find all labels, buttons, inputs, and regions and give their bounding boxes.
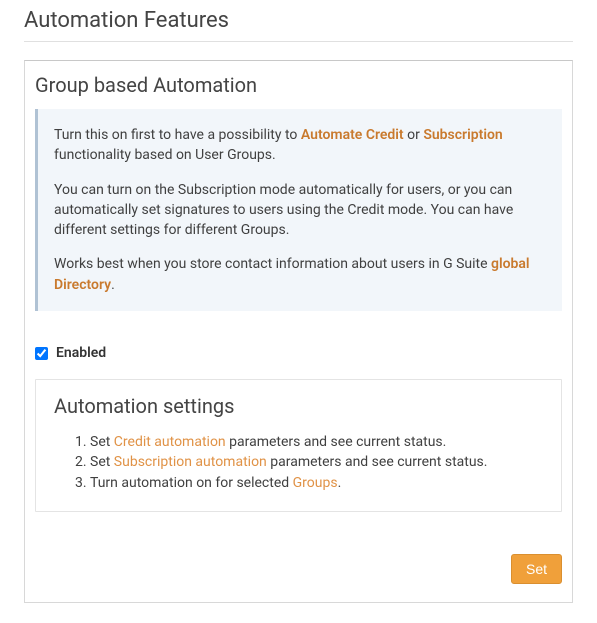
enabled-checkbox[interactable] xyxy=(35,347,48,360)
list-item: Set Subscription automation parameters a… xyxy=(90,452,543,472)
subscription-automation-link[interactable]: Subscription automation xyxy=(114,454,267,470)
automation-settings-title: Automation settings xyxy=(54,394,543,418)
credit-automation-link[interactable]: Credit automation xyxy=(114,434,226,450)
list-item: Turn automation on for selected Groups. xyxy=(90,473,543,493)
panel-title: Group based Automation xyxy=(25,61,572,109)
list-text: parameters and see current status. xyxy=(267,454,488,470)
list-text: Turn automation on for selected xyxy=(90,475,293,491)
list-text: parameters and see current status. xyxy=(226,434,447,450)
list-text: . xyxy=(338,475,342,491)
automation-settings-box: Automation settings Set Credit automatio… xyxy=(35,379,562,512)
info-text: Works best when you store contact inform… xyxy=(54,256,491,272)
info-text: Turn this on first to have a possibility… xyxy=(54,127,301,143)
info-text: functionality based on User Groups. xyxy=(54,147,276,163)
list-text: Set xyxy=(90,434,114,450)
enabled-label: Enabled xyxy=(56,345,106,361)
subscription-link[interactable]: Subscription xyxy=(423,127,502,143)
page-title: Automation Features xyxy=(24,8,573,42)
automation-settings-list: Set Credit automation parameters and see… xyxy=(54,432,543,493)
set-button[interactable]: Set xyxy=(511,554,562,584)
info-box: Turn this on first to have a possibility… xyxy=(35,109,562,311)
automate-credit-link[interactable]: Automate Credit xyxy=(301,127,404,143)
info-paragraph-3: Works best when you store contact inform… xyxy=(54,254,548,295)
automation-panel: Group based Automation Turn this on firs… xyxy=(24,60,573,603)
info-text: . xyxy=(111,277,115,293)
list-item: Set Credit automation parameters and see… xyxy=(90,432,543,452)
list-text: Set xyxy=(90,454,114,470)
info-text: or xyxy=(404,127,424,143)
groups-link[interactable]: Groups xyxy=(293,475,338,491)
info-paragraph-2: You can turn on the Subscription mode au… xyxy=(54,180,548,241)
info-paragraph-1: Turn this on first to have a possibility… xyxy=(54,125,548,166)
